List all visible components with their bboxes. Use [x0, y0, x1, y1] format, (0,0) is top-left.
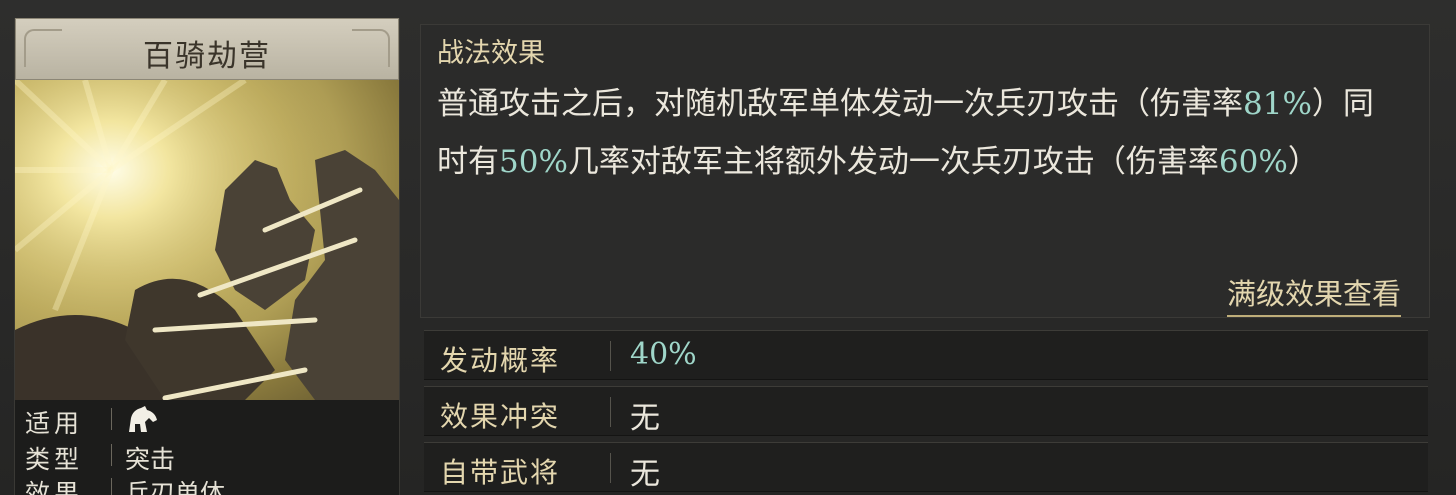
- divider: [610, 453, 611, 483]
- desc-text: 几率对敌军主将额外发动一次兵刃攻击（伤害率: [567, 144, 1219, 180]
- divider: [610, 341, 611, 371]
- skill-title-bar: 百骑劫营: [15, 18, 399, 80]
- info-type-value: 突击: [125, 445, 176, 474]
- divider: [111, 478, 112, 495]
- desc-text: 普通攻击之后，对随机敌军单体发动一次兵刃攻击（伤害率: [437, 86, 1243, 122]
- attr-label: 效果冲突: [440, 400, 561, 433]
- view-max-level-link[interactable]: 满级效果查看: [1226, 271, 1401, 317]
- chance-value: 50%: [499, 144, 568, 180]
- effect-description: 普通攻击之后，对随机敌军单体发动一次兵刃攻击（伤害率81%）同时有50%几率对敌…: [437, 75, 1397, 191]
- attr-row-trigger-rate: 发动概率 40%: [424, 330, 1428, 380]
- desc-text: ）: [1287, 144, 1319, 180]
- skill-illustration: [15, 80, 399, 400]
- cavalry-charge-illustration: [15, 80, 399, 400]
- effect-panel: 战法效果 普通攻击之后，对随机敌军单体发动一次兵刃攻击（伤害率81%）同时有50…: [420, 24, 1430, 318]
- attr-row-innate-general: 自带武将 无: [424, 442, 1428, 492]
- info-applicable-label: 适用: [25, 409, 84, 438]
- skill-name: 百骑劫营: [143, 39, 271, 74]
- info-effect-value: 兵刃单体: [125, 479, 226, 495]
- effect-heading: 战法效果: [437, 38, 545, 69]
- info-type-label: 类型: [25, 445, 84, 474]
- attr-value: 40%: [630, 337, 697, 372]
- skill-detail-screen: 百骑劫营 适用 类型 突击 效果 兵刃单体 战法效果 普通攻击之后，对随机敌军单…: [0, 0, 1456, 495]
- damage-rate-value: 81%: [1243, 86, 1312, 122]
- attr-row-effect-conflict: 效果冲突 无: [424, 386, 1428, 436]
- attr-label: 发动概率: [440, 344, 561, 377]
- extra-damage-rate-value: 60%: [1218, 144, 1288, 180]
- attr-value: 无: [630, 457, 660, 492]
- skill-card: 百骑劫营 适用 类型 突击 效果 兵刃单体: [14, 18, 400, 495]
- info-effect-label: 效果: [25, 479, 84, 495]
- divider: [610, 397, 611, 427]
- attr-value: 无: [630, 401, 660, 436]
- horse-cavalry-icon: [125, 404, 159, 440]
- attr-label: 自带武将: [440, 456, 561, 489]
- divider: [111, 408, 112, 430]
- skill-info: 适用 类型 突击 效果 兵刃单体: [15, 400, 399, 495]
- divider: [111, 444, 112, 466]
